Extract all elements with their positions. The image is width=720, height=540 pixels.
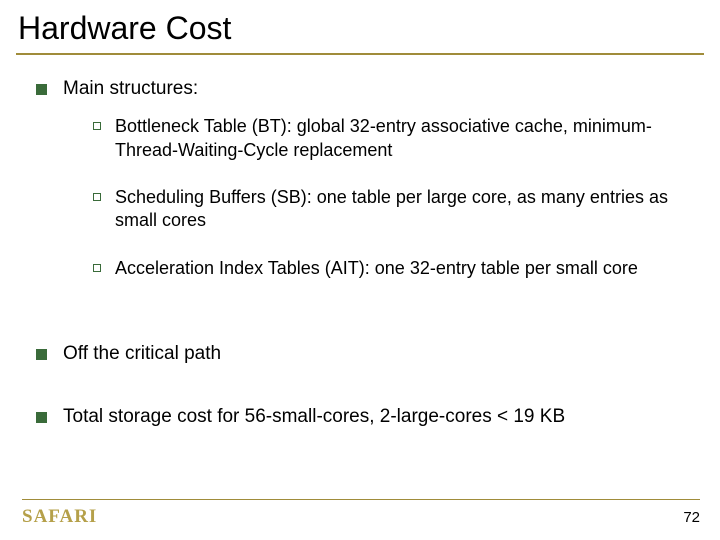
square-bullet-icon — [36, 84, 47, 95]
bullet-off-critical-path: Off the critical path — [36, 342, 696, 366]
hollow-square-icon — [93, 264, 101, 272]
square-bullet-icon — [36, 349, 47, 360]
sub-bullet-text: Bottleneck Table (BT): global 32-entry a… — [115, 115, 696, 162]
sub-bullet-ait: Acceleration Index Tables (AIT): one 32-… — [93, 257, 696, 280]
page-number: 72 — [683, 509, 700, 526]
bullet-label: Main structures: — [63, 78, 198, 99]
bullet-label: Total storage cost for 56-small-cores, 2… — [63, 405, 696, 429]
square-bullet-icon — [36, 412, 47, 423]
sub-bullet-list: Bottleneck Table (BT): global 32-entry a… — [63, 115, 696, 280]
slide-content: Main structures: Bottleneck Table (BT): … — [0, 55, 720, 429]
sub-bullet-sb: Scheduling Buffers (SB): one table per l… — [93, 186, 696, 233]
bullet-total-storage: Total storage cost for 56-small-cores, 2… — [36, 405, 696, 429]
slide-title: Hardware Cost — [0, 0, 720, 51]
bullet-text: Main structures: Bottleneck Table (BT): … — [63, 77, 696, 304]
footer-row: SAFARI 72 — [22, 506, 700, 528]
bullet-main-structures: Main structures: Bottleneck Table (BT): … — [36, 77, 696, 304]
footer-rule — [22, 499, 700, 501]
bullet-label: Off the critical path — [63, 342, 696, 366]
slide-footer: SAFARI 72 — [22, 499, 700, 529]
safari-logo: SAFARI — [22, 506, 97, 528]
hollow-square-icon — [93, 122, 101, 130]
sub-bullet-text: Acceleration Index Tables (AIT): one 32-… — [115, 257, 638, 280]
sub-bullet-text: Scheduling Buffers (SB): one table per l… — [115, 186, 696, 233]
slide: Hardware Cost Main structures: Bottlenec… — [0, 0, 720, 540]
sub-bullet-bt: Bottleneck Table (BT): global 32-entry a… — [93, 115, 696, 162]
hollow-square-icon — [93, 193, 101, 201]
